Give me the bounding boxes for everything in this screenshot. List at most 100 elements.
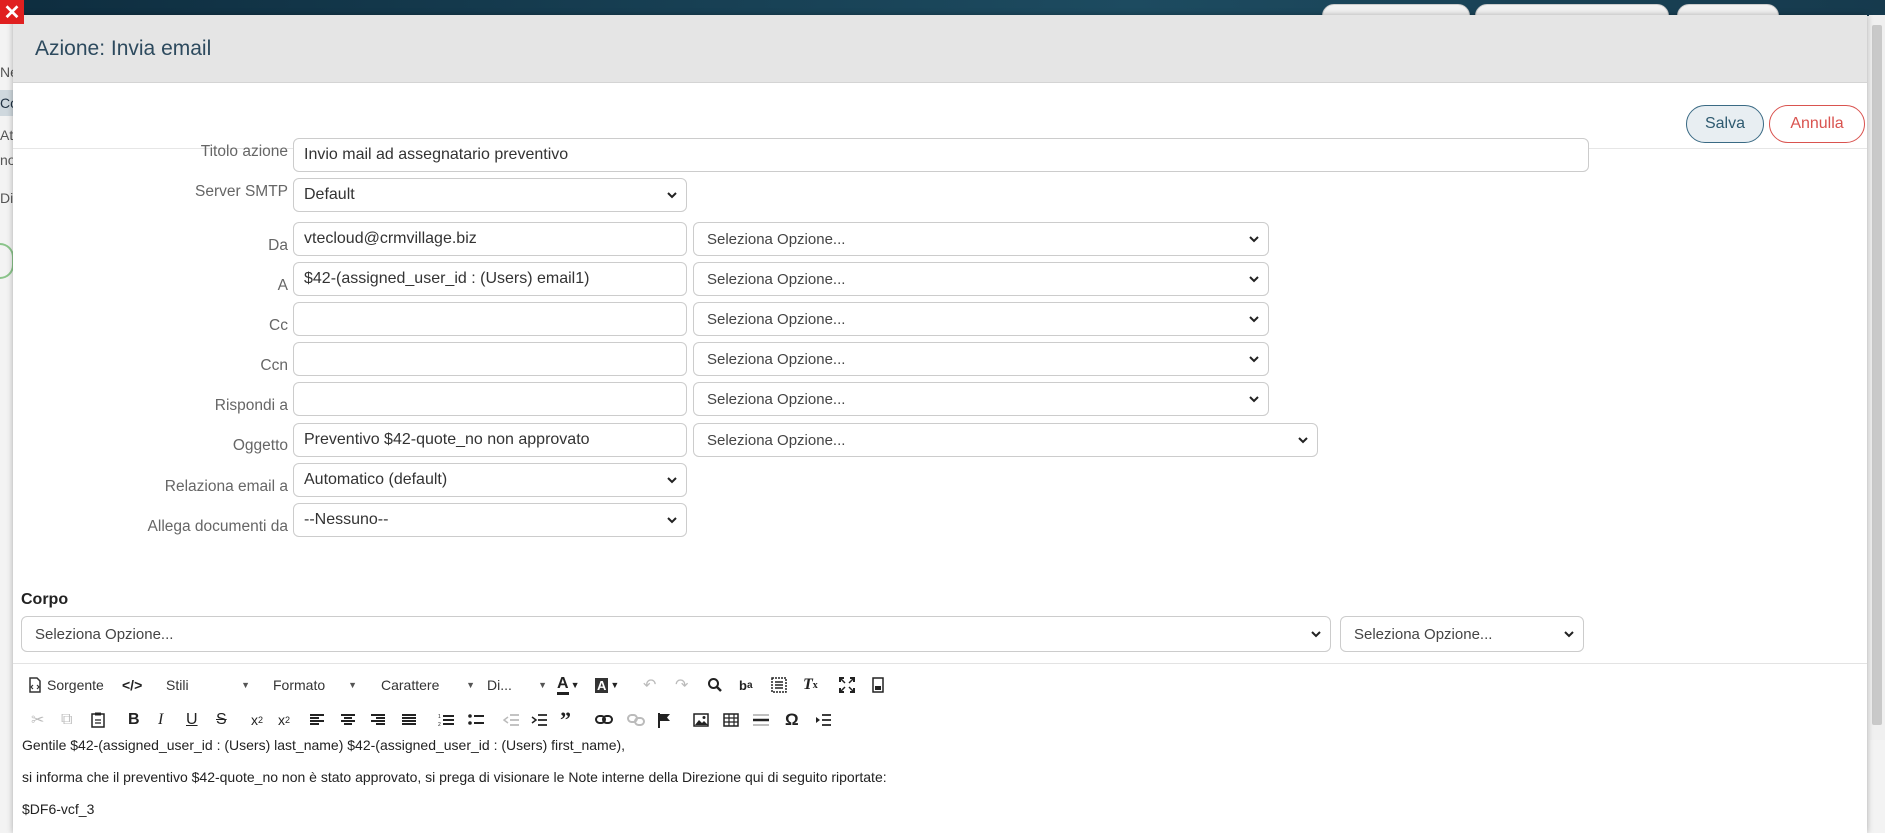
chevron-down-icon xyxy=(667,517,677,524)
anchor-flag-icon[interactable] xyxy=(657,707,671,733)
save-button[interactable]: Salva xyxy=(1686,105,1764,143)
horizontal-line-icon[interactable] xyxy=(753,707,769,733)
cancel-button[interactable]: Annulla xyxy=(1769,105,1865,143)
format-combo[interactable]: Formato ▼ xyxy=(273,672,357,698)
table-icon[interactable] xyxy=(723,707,739,733)
align-left-icon[interactable] xyxy=(310,707,324,733)
from-option-select[interactable]: Seleziona Opzione... xyxy=(693,222,1269,256)
align-right-icon[interactable] xyxy=(371,707,385,733)
underline-icon[interactable]: U xyxy=(186,707,198,733)
send-email-modal: Azione: Invia email Salva Annulla Titolo… xyxy=(13,15,1867,833)
chevron-down-icon xyxy=(1311,631,1321,638)
italic-icon[interactable]: I xyxy=(158,707,163,733)
source-label: Sorgente xyxy=(47,677,104,693)
dropdown-arrow-icon: ▼ xyxy=(348,680,357,690)
font-size-combo[interactable]: Di... ▼ xyxy=(487,672,547,698)
relate-email-select[interactable]: Automatico (default) xyxy=(293,463,687,497)
action-title-input[interactable]: Invio mail ad assegnatario preventivo xyxy=(293,138,1589,172)
font-combo[interactable]: Carattere ▼ xyxy=(381,672,475,698)
unlink-icon[interactable] xyxy=(627,707,645,733)
chevron-down-icon xyxy=(667,192,677,199)
subject-option-select[interactable]: Seleziona Opzione... xyxy=(693,423,1318,457)
cut-icon[interactable]: ✂ xyxy=(31,707,44,733)
page-scrollbar[interactable] xyxy=(1869,15,1885,740)
chevron-down-icon xyxy=(1298,437,1308,444)
justify-icon[interactable] xyxy=(402,707,416,733)
chevron-down-icon xyxy=(1249,236,1259,243)
field-label: Oggetto xyxy=(232,437,288,454)
field-label: Cc xyxy=(269,317,288,334)
remove-format-icon[interactable]: Tx xyxy=(803,672,818,698)
modal-title: Azione: Invia email xyxy=(35,36,212,60)
blockquote-icon[interactable]: ” xyxy=(560,707,571,733)
chevron-down-icon xyxy=(1249,276,1259,283)
svg-text:2: 2 xyxy=(438,722,441,727)
styles-combo[interactable]: Stili ▼ xyxy=(166,672,250,698)
to-input[interactable]: $42-(assigned_user_id : (Users) email1) xyxy=(293,262,687,296)
format-label: Formato xyxy=(273,677,326,693)
bcc-option-select[interactable]: Seleziona Opzione... xyxy=(693,342,1269,376)
page-break-icon[interactable] xyxy=(815,707,831,733)
redo-icon[interactable]: ↷ xyxy=(675,672,688,698)
background-text: Co xyxy=(0,90,14,116)
bold-icon[interactable]: B xyxy=(128,707,140,733)
field-label: Relaziona email a xyxy=(164,478,288,495)
reply-to-input[interactable] xyxy=(293,382,687,416)
cc-option-select[interactable]: Seleziona Opzione... xyxy=(693,302,1269,336)
reply-to-option-select[interactable]: Seleziona Opzione... xyxy=(693,382,1269,416)
chevron-down-icon xyxy=(1564,631,1574,638)
select-all-icon[interactable] xyxy=(771,672,787,698)
numbered-list-icon[interactable]: 12 xyxy=(438,707,454,733)
dropdown-arrow-icon: ▼ xyxy=(538,680,547,690)
modal-header: Azione: Invia email xyxy=(13,15,1867,83)
body-field-select[interactable]: Seleziona Opzione... xyxy=(21,616,1331,652)
background-text: Di xyxy=(0,190,14,206)
maximize-icon[interactable] xyxy=(839,672,855,698)
body-section-title: Corpo xyxy=(21,591,69,608)
smtp-server-select[interactable]: Default xyxy=(293,178,687,212)
field-label: Server SMTP xyxy=(194,183,288,200)
scrollbar-thumb[interactable] xyxy=(1872,25,1882,725)
align-center-icon[interactable] xyxy=(341,707,355,733)
subscript-icon[interactable]: x2 xyxy=(251,707,263,733)
dropdown-arrow-icon: ▼ xyxy=(466,680,475,690)
find-icon[interactable] xyxy=(707,672,723,698)
dropdown-arrow-icon: ▼ xyxy=(241,680,250,690)
body-text-line[interactable]: Gentile $42-(assigned_user_id : (Users) … xyxy=(22,737,625,753)
increase-indent-icon[interactable] xyxy=(531,707,547,733)
from-input[interactable]: vtecloud@crmvillage.biz xyxy=(293,222,687,256)
text-color-icon[interactable]: A ▼ xyxy=(557,672,579,698)
replace-icon[interactable]: ba xyxy=(739,672,753,698)
subject-input[interactable]: Preventivo $42-quote_no non approvato xyxy=(293,423,687,457)
source-button[interactable]: Sorgente xyxy=(28,672,104,698)
bcc-input[interactable] xyxy=(293,342,687,376)
attach-documents-select[interactable]: --Nessuno-- xyxy=(293,503,687,537)
field-label: Rispondi a xyxy=(214,397,288,414)
strikethrough-icon[interactable]: S xyxy=(216,707,227,733)
field-label: Allega documenti da xyxy=(147,518,288,535)
show-blocks-icon[interactable] xyxy=(871,672,887,698)
chevron-down-icon xyxy=(1249,316,1259,323)
to-option-select[interactable]: Seleziona Opzione... xyxy=(693,262,1269,296)
superscript-icon[interactable]: x2 xyxy=(278,707,290,733)
background-text: At xyxy=(0,127,14,143)
body-option-select[interactable]: Seleziona Opzione... xyxy=(1340,616,1584,652)
code-snippet-icon[interactable]: </> xyxy=(122,672,142,698)
body-text-line[interactable]: $DF6-vcf_3 xyxy=(22,801,94,817)
copy-icon[interactable]: ⧉ xyxy=(61,707,72,733)
font-label: Carattere xyxy=(381,677,440,693)
close-icon[interactable]: ✕ xyxy=(0,0,24,24)
decrease-indent-icon[interactable] xyxy=(503,707,519,733)
cc-input[interactable] xyxy=(293,302,687,336)
special-char-icon[interactable]: Ω xyxy=(785,707,799,733)
paste-icon[interactable] xyxy=(91,707,105,733)
background-color-icon[interactable]: A ▼ xyxy=(595,672,619,698)
undo-icon[interactable]: ↶ xyxy=(643,672,656,698)
body-text-line[interactable]: si informa che il preventivo $42-quote_n… xyxy=(22,769,887,785)
bulleted-list-icon[interactable] xyxy=(468,707,484,733)
background-text: Ne xyxy=(0,64,14,80)
image-icon[interactable] xyxy=(693,707,709,733)
chevron-down-icon xyxy=(667,477,677,484)
background-button xyxy=(0,243,14,279)
link-icon[interactable] xyxy=(595,707,613,733)
